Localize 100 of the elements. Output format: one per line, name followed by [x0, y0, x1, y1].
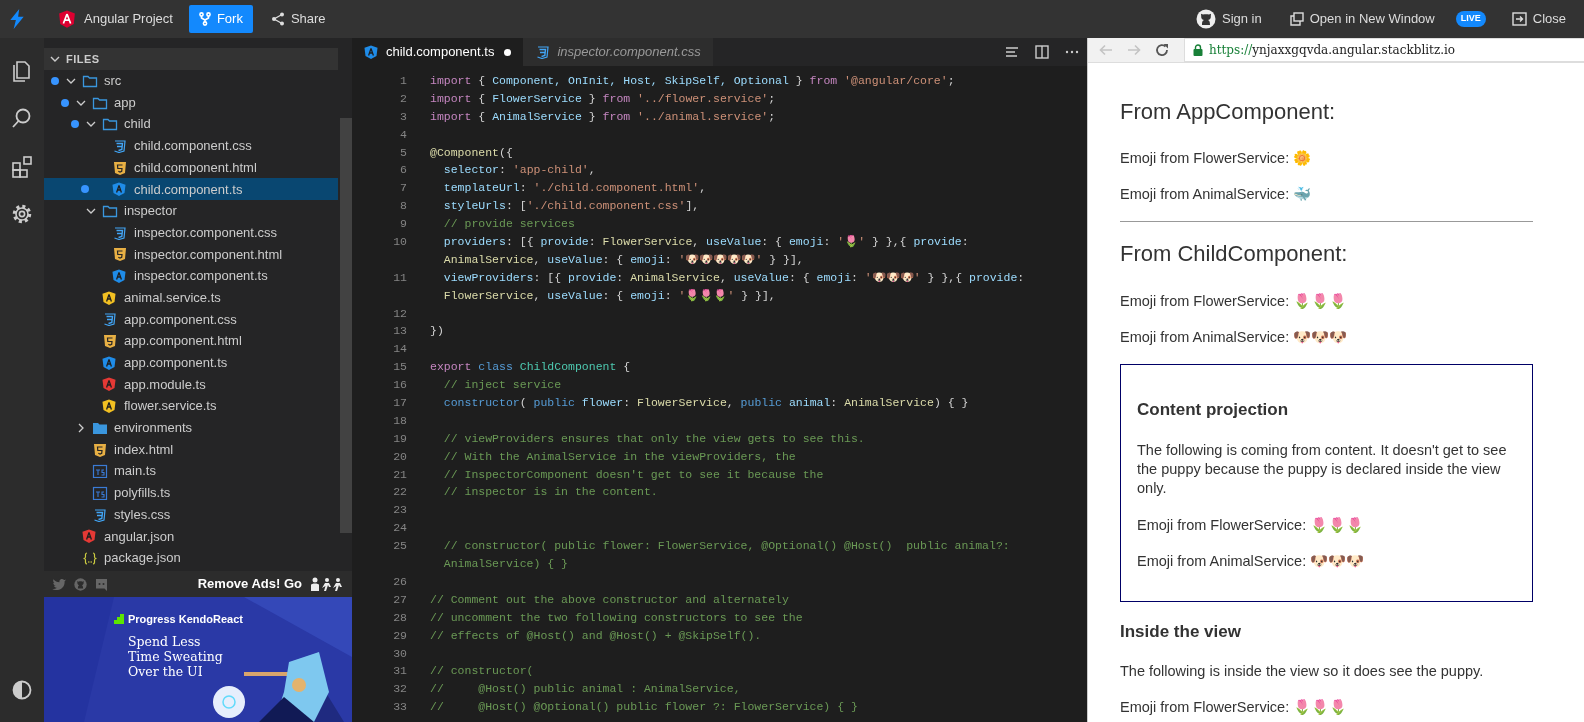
bird-icon[interactable] [52, 578, 66, 590]
figures-drawing [310, 577, 344, 591]
format-icon[interactable] [1004, 44, 1020, 60]
files-header[interactable]: FILES [44, 48, 338, 70]
file-item[interactable]: inspector.component.css [44, 221, 338, 244]
code-line: // constructor( public flower: FlowerService, @Optional() @Host() public animal?: [442, 538, 1010, 555]
code-line: @Component({ [429, 144, 513, 161]
code-line: FlowerService, useValue: { emoji: '🌷🌷🌷' } }], [442, 287, 776, 304]
code-line: AnimalService) { } [442, 556, 569, 573]
file-item[interactable]: main.ts [44, 460, 338, 483]
url-text: https://ynjaxxgqvda.angular.stackblitz.io [1209, 42, 1456, 59]
code-line: // InspectorComponent doesn't get to see it because the [442, 466, 824, 483]
file-item[interactable]: index.html [44, 438, 338, 461]
editor-tab[interactable]: inspector.component.css [523, 38, 713, 66]
line-number: 20 [392, 448, 407, 465]
live-badge: LIVE [1455, 11, 1486, 27]
file-item[interactable]: app.component.html [44, 330, 338, 352]
share-button[interactable]: Share [260, 5, 336, 33]
line-number: 10 [392, 234, 407, 250]
scrollbar[interactable] [340, 118, 352, 533]
paragraph: Emoji from FlowerService: 🌼 [1120, 149, 1313, 167]
folder-item[interactable]: src [44, 70, 338, 92]
line-number: 32 [392, 681, 407, 698]
close-button[interactable]: Close [1501, 5, 1576, 33]
line-number: 8 [399, 198, 407, 215]
section-heading: Content projection [1137, 400, 1290, 420]
line-number: 27 [392, 591, 407, 608]
line-number: 11 [392, 269, 407, 286]
contrast-icon[interactable] [12, 680, 32, 700]
split-icon[interactable] [1034, 44, 1050, 60]
folder-item[interactable]: child [44, 113, 338, 136]
file-item[interactable]: styles.css [44, 503, 338, 526]
paragraph: Emoji from FlowerService: 🌷🌷🌷 [1120, 698, 1349, 716]
code-line: // uncomment the two following constructors to see the [429, 609, 803, 626]
bolt-logo-icon[interactable] [8, 9, 26, 29]
file-item[interactable]: app.component.css [44, 308, 338, 331]
chat-bubble-icon[interactable] [95, 577, 108, 591]
code-line: // provide services [442, 216, 575, 233]
file-item[interactable]: child.component.ts [44, 178, 338, 201]
stylesheet-icon [102, 312, 118, 327]
paragraph: Emoji from FlowerService: 🌷🌷🌷 [1137, 516, 1366, 534]
file-item[interactable]: inspector.component.html [44, 243, 338, 266]
html-shield-icon [112, 160, 128, 175]
file-item[interactable]: animal.service.ts [44, 286, 338, 309]
file-item[interactable]: flower.service.ts [44, 395, 338, 417]
component-shield-icon [112, 269, 128, 284]
code-line: AnimalService, useValue: { emoji: '🐶🐶🐶🐶🐶' } }], [442, 251, 804, 268]
forward-icon [1126, 42, 1142, 58]
code-line: constructor( public flower: FlowerService, public animal: AnimalService) { } [442, 395, 969, 412]
ts-file-icon [92, 464, 108, 479]
code-line: }) [429, 323, 444, 340]
ad-banner[interactable]: Progress KendoReact Spend Less Time Sweating Over the UI [44, 597, 352, 722]
open-new-window-button[interactable]: Open in New Window [1279, 5, 1445, 33]
component-shield-icon [102, 355, 118, 370]
line-number: 29 [392, 627, 407, 644]
file-item[interactable]: app.module.ts [44, 373, 338, 396]
file-item[interactable]: child.component.css [44, 135, 338, 157]
line-number: 24 [392, 520, 407, 537]
file-item[interactable]: package.json [44, 547, 338, 569]
new-window-icon [1289, 12, 1304, 26]
line-number: 23 [392, 502, 407, 519]
file-item[interactable]: polyfills.ts [44, 482, 338, 504]
line-number: 25 [392, 538, 407, 555]
page-heading: From AppComponent: [1120, 99, 1337, 125]
paragraph: Emoji from FlowerService: 🌷🌷🌷 [1120, 292, 1349, 310]
code-line: import { Component, OnInit, Host, SkipSelf, Optional } from '@angular/core'; [429, 73, 955, 89]
file-item[interactable]: child.component.html [44, 156, 338, 179]
paragraph: Emoji from AnimalService: 🐶🐶🐶 [1120, 328, 1349, 346]
code-line: // viewProviders ensures that only the view gets to see this. [442, 430, 865, 447]
file-item[interactable]: angular.json [44, 525, 338, 548]
settings-icon[interactable] [10, 202, 34, 226]
module-shield-icon [102, 377, 118, 392]
paragraph: Emoji from AnimalService: 🐶🐶🐶 [1137, 552, 1366, 570]
ad-headline: Spend Less Time Sweating Over the UI [127, 632, 224, 679]
stylesheet-icon [112, 138, 128, 153]
code-line: export class ChildComponent { [429, 359, 631, 376]
project-title: Angular Project [84, 10, 173, 29]
folder-item[interactable]: inspector [44, 200, 338, 222]
code-line: selector: 'app-child', [442, 162, 596, 179]
code-line: // Comment out the above constructor and alternately [429, 591, 789, 608]
line-number: 1 [399, 73, 407, 89]
section-heading: Inside the view [1120, 622, 1242, 642]
braces-icon [82, 550, 98, 565]
folder-item[interactable]: app [44, 91, 338, 114]
file-item[interactable]: app.component.ts [44, 351, 338, 374]
service-shield-icon [102, 399, 118, 414]
folder-item[interactable]: environments [44, 417, 338, 439]
cat-logo-icon[interactable] [74, 577, 87, 591]
paragraph: The following is coming from content. It doesn't get to see the puppy because the puppy is declared inside the view only. [1137, 441, 1508, 498]
address-bar[interactable]: https://ynjaxxgqvda.angular.stackblitz.io [1184, 38, 1584, 62]
shield-logo-icon [58, 10, 76, 28]
editor-tab[interactable]: child.component.ts [352, 38, 524, 66]
service-shield-icon [102, 290, 118, 305]
line-number: 31 [392, 663, 407, 680]
sign-in-button[interactable]: Sign in [1186, 5, 1272, 33]
code-line: // inject service [442, 377, 562, 394]
html-shield-icon [92, 442, 108, 457]
reload-icon [1154, 42, 1170, 58]
extensions-icon[interactable] [10, 154, 34, 178]
file-item[interactable]: inspector.component.ts [44, 265, 338, 287]
